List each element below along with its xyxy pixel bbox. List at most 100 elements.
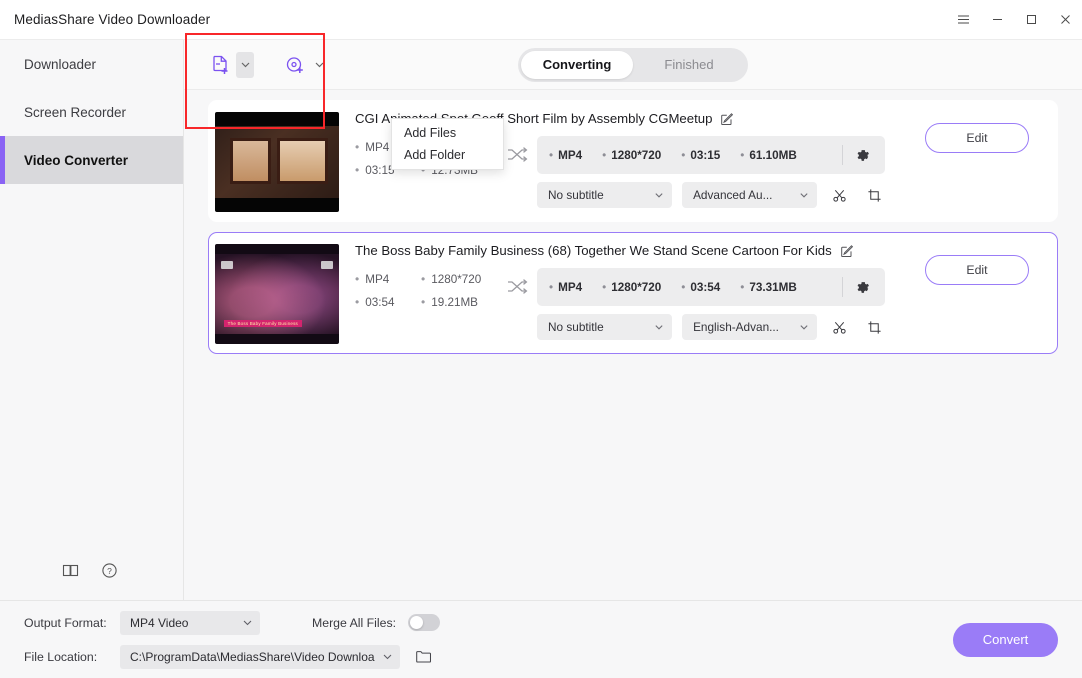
app-window: MediasShare Video Downloader Downloader … [0, 0, 1082, 678]
subtitle-select-value: No subtitle [548, 320, 604, 334]
subtitle-select[interactable]: No subtitle [537, 314, 672, 340]
maximize-button[interactable] [1014, 0, 1048, 40]
sidebar: Downloader Screen Recorder Video Convert… [0, 40, 184, 600]
output-format-select[interactable]: MP4 Video [120, 611, 260, 635]
menu-button[interactable] [946, 0, 980, 40]
scissors-icon[interactable] [827, 182, 852, 208]
video-title: The Boss Baby Family Business (68) Toget… [355, 243, 832, 258]
sidebar-item-label: Downloader [24, 57, 96, 72]
thumbnail-caption: The Boss Baby Family Business [224, 320, 302, 327]
subtitle-select[interactable]: No subtitle [537, 182, 672, 208]
window-controls [946, 0, 1082, 39]
footer-settings: Output Format: MP4 Video Merge All Files… [24, 611, 440, 669]
chevron-down-icon [799, 322, 809, 332]
menu-item-add-folder[interactable]: Add Folder [392, 144, 503, 166]
audio-select[interactable]: Advanced Au... [682, 182, 817, 208]
output-format-label: Output Format: [24, 616, 120, 630]
output-duration: 03:54 [681, 281, 720, 294]
chevron-down-icon [654, 190, 664, 200]
sidebar-item-label: Video Converter [24, 153, 128, 168]
svg-text:?: ? [107, 566, 112, 576]
output-size: 61.10MB [740, 149, 797, 162]
edit-column: Edit [897, 101, 1057, 221]
output-summary: MP4 1280*720 03:15 61.10MB [537, 136, 885, 174]
merge-all-files-label: Merge All Files: [312, 616, 396, 630]
add-file-icon[interactable] [206, 50, 236, 80]
edit-button[interactable]: Edit [925, 255, 1029, 285]
app-body: Downloader Screen Recorder Video Convert… [0, 40, 1082, 600]
output-summary: MP4 1280*720 03:54 73.31MB [537, 268, 885, 306]
tab-finished[interactable]: Finished [633, 51, 745, 79]
crop-icon[interactable] [862, 182, 887, 208]
thumb-badge [221, 261, 233, 269]
merge-all-files-toggle[interactable] [408, 614, 440, 631]
conversion-card[interactable]: The Boss Baby Family Business The Boss B… [208, 232, 1058, 354]
help-icon[interactable]: ? [101, 562, 118, 579]
add-files-chevron-down-icon[interactable] [236, 52, 254, 78]
sidebar-item-label: Screen Recorder [24, 105, 126, 120]
file-location-value: C:\ProgramData\MediasShare\Video Downloa [130, 650, 375, 664]
video-thumbnail: The Boss Baby Family Business [215, 244, 339, 344]
sidebar-spacer [0, 184, 183, 540]
card-title-row: The Boss Baby Family Business (68) Toget… [355, 243, 887, 258]
sidebar-item-downloader[interactable]: Downloader [0, 40, 183, 88]
edit-column: Edit [897, 233, 1057, 353]
sidebar-item-video-converter[interactable]: Video Converter [0, 136, 183, 184]
scissors-icon[interactable] [827, 314, 852, 340]
chevron-down-icon [799, 190, 809, 200]
chevron-down-icon [242, 617, 253, 628]
file-location-select[interactable]: C:\ProgramData\MediasShare\Video Downloa [120, 645, 400, 669]
output-format-value: MP4 Video [130, 616, 188, 630]
audio-select-value: English-Advan... [693, 320, 779, 334]
footer-bar: Output Format: MP4 Video Merge All Files… [0, 600, 1082, 678]
output-size: 73.31MB [740, 281, 797, 294]
card-content-row: MP4 1280*720 03:54 19.21MB MP4 [355, 268, 887, 340]
status-tabs: Converting Finished [518, 48, 748, 82]
window-title: MediasShare Video Downloader [14, 12, 210, 27]
output-controls: No subtitle Advanced Au... [537, 182, 887, 208]
merge-all-files-row: Merge All Files: [312, 614, 440, 631]
output-column: MP4 1280*720 03:54 73.31MB [537, 268, 887, 340]
main-panel: Converting Finished CGI Animated Spot Ge… [184, 40, 1082, 600]
output-format: MP4 [549, 149, 582, 162]
tab-converting[interactable]: Converting [521, 51, 633, 79]
output-resolution: 1280*720 [602, 281, 661, 294]
add-disc-icon[interactable] [280, 50, 310, 80]
title-bar: MediasShare Video Downloader [0, 0, 1082, 40]
output-format: MP4 [549, 281, 582, 294]
folder-icon[interactable] [412, 646, 434, 668]
conversion-list: CGI Animated Spot Geoff Short Film by As… [184, 90, 1082, 600]
rename-icon[interactable] [720, 112, 734, 126]
output-resolution: 1280*720 [602, 149, 661, 162]
thumb-badge [321, 261, 333, 269]
menu-item-add-files[interactable]: Add Files [392, 122, 503, 144]
chevron-down-icon [382, 651, 393, 662]
file-location-row: File Location: C:\ProgramData\MediasShar… [24, 645, 440, 669]
file-location-label: File Location: [24, 650, 120, 664]
gear-icon[interactable] [843, 136, 881, 174]
convert-button[interactable]: Convert [953, 623, 1058, 657]
edit-button[interactable]: Edit [925, 123, 1029, 153]
gear-icon[interactable] [843, 268, 881, 306]
add-files-dropdown-menu: Add Files Add Folder [391, 118, 504, 170]
add-disc-chevron-down-icon[interactable] [310, 52, 328, 78]
audio-select[interactable]: English-Advan... [682, 314, 817, 340]
output-column: MP4 1280*720 03:15 61.10MB [537, 136, 887, 208]
audio-select-value: Advanced Au... [693, 188, 772, 202]
conversion-card[interactable]: CGI Animated Spot Geoff Short Film by As… [208, 100, 1058, 222]
convert-arrows-icon [497, 268, 537, 296]
chevron-down-icon [654, 322, 664, 332]
source-metadata: MP4 1280*720 03:54 19.21MB [355, 268, 497, 309]
output-format-row: Output Format: MP4 Video Merge All Files… [24, 611, 440, 635]
subtitle-select-value: No subtitle [548, 188, 604, 202]
sidebar-item-screen-recorder[interactable]: Screen Recorder [0, 88, 183, 136]
sidebar-bottom-bar: ? [0, 540, 183, 600]
minimize-button[interactable] [980, 0, 1014, 40]
output-duration: 03:15 [681, 149, 720, 162]
crop-icon[interactable] [862, 314, 887, 340]
close-button[interactable] [1048, 0, 1082, 40]
converter-toolbar: Converting Finished [184, 40, 1082, 90]
book-icon[interactable] [62, 562, 79, 579]
video-thumbnail [215, 112, 339, 212]
rename-icon[interactable] [840, 244, 854, 258]
